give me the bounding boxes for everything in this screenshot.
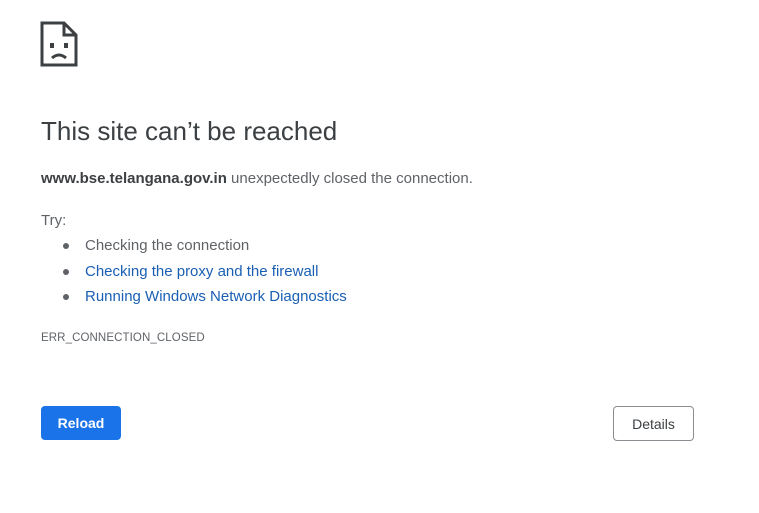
proxy-firewall-link[interactable]: Checking the proxy and the firewall xyxy=(85,263,318,280)
reload-button[interactable]: Reload xyxy=(41,406,121,440)
suggestion-item-proxy-firewall[interactable]: Checking the proxy and the firewall xyxy=(41,261,347,287)
sad-page-icon xyxy=(40,21,78,67)
bullet-icon xyxy=(63,294,69,300)
error-code: ERR_CONNECTION_CLOSED xyxy=(41,332,205,344)
suggestion-item-network-diagnostics[interactable]: Running Windows Network Diagnostics xyxy=(41,286,347,312)
suggestion-list: Checking the connection Checking the pro… xyxy=(41,235,347,312)
suggestion-label: Checking the connection xyxy=(85,237,250,254)
page-title: This site can’t be reached xyxy=(41,116,338,146)
error-description: unexpectedly closed the connection. xyxy=(226,170,473,187)
bullet-icon xyxy=(63,243,69,249)
host-name: www.bse.telangana.gov.in xyxy=(41,170,227,187)
network-diagnostics-link[interactable]: Running Windows Network Diagnostics xyxy=(85,288,347,305)
suggestion-item-connection: Checking the connection xyxy=(41,235,347,261)
error-message: www.bse.telangana.gov.in unexpectedly cl… xyxy=(41,170,473,187)
bullet-icon xyxy=(63,268,69,275)
details-button[interactable]: Details xyxy=(613,406,694,441)
try-label: Try: xyxy=(41,212,67,229)
